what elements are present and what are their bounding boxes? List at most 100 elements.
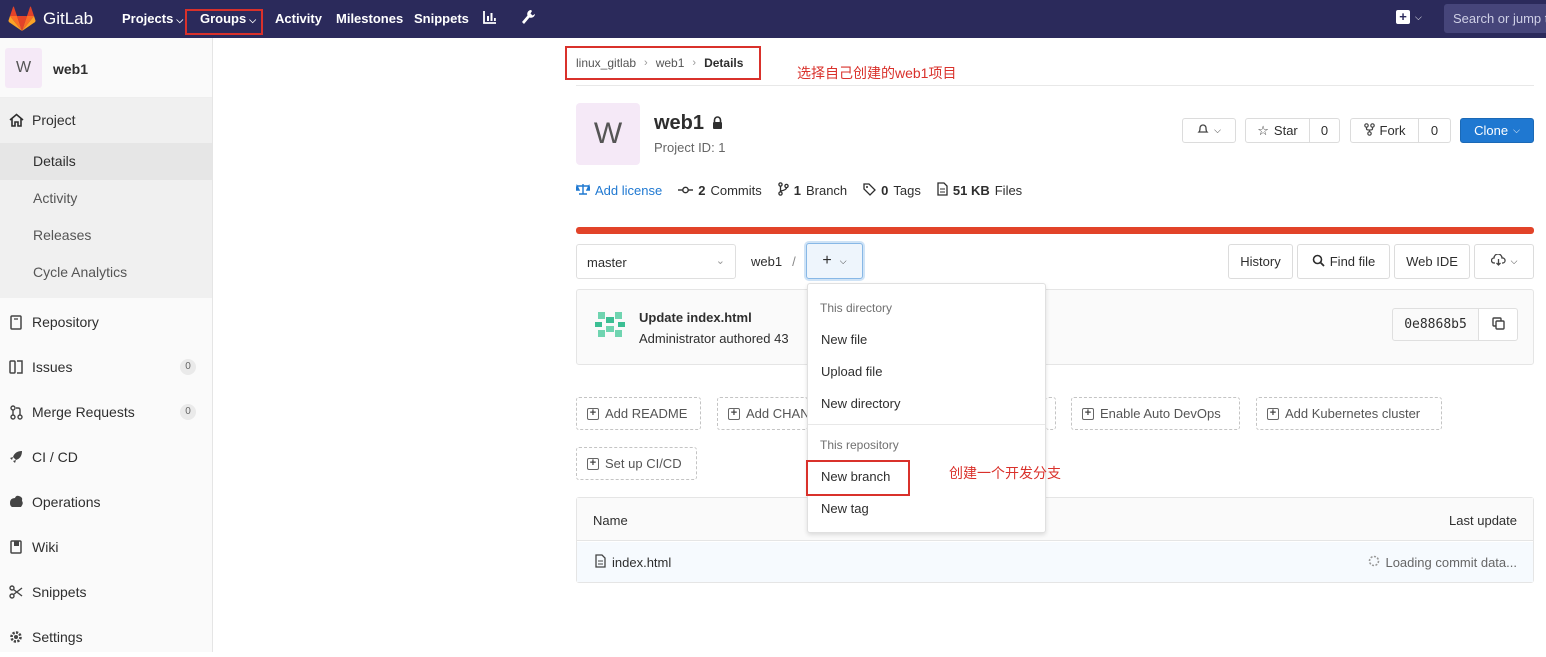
setup-ci-cd-button[interactable]: + Set up CI/CD <box>576 447 697 480</box>
chevron-down-icon: ⌵ <box>176 15 184 25</box>
nav-projects[interactable]: Projects ⌵ <box>122 11 183 26</box>
path-separator: / <box>792 254 796 269</box>
annotation-create-branch: 创建一个开发分支 <box>949 465 1061 481</box>
sidebar-subitem-releases[interactable]: Releases <box>0 217 212 254</box>
dropdown-header-repository: This repository <box>820 438 899 452</box>
branches-stat[interactable]: 1 Branch <box>777 182 847 199</box>
top-navbar: GitLab Projects ⌵ Groups ⌵ Activity Milest… <box>0 0 1546 38</box>
project-name: web1 <box>654 112 705 134</box>
project-stats: Add license 2 Commits 1 Branch 0 Tags 51… <box>575 182 1022 199</box>
sidebar-subitem-details[interactable]: Details <box>0 143 212 180</box>
dropdown-header-directory: This directory <box>820 301 893 315</box>
add-to-tree-button[interactable]: + ⌵ <box>806 243 863 279</box>
branch-count: 1 <box>793 183 801 198</box>
sidebar-project-group: Project Details Activity Releases Cycle … <box>0 98 212 298</box>
sidebar-item-operations[interactable]: Operations <box>0 482 212 522</box>
plus-square-icon: + <box>728 407 740 420</box>
path-root[interactable]: web1 <box>751 254 782 269</box>
history-button[interactable]: History <box>1228 244 1293 279</box>
tag-icon <box>863 182 877 199</box>
sidebar-item-ci-cd[interactable]: CI / CD <box>0 437 212 477</box>
star-button[interactable]: ☆ Star <box>1245 118 1310 143</box>
find-file-button[interactable]: Find file <box>1297 244 1390 279</box>
menu-item-upload-file[interactable]: Upload file <box>821 364 882 379</box>
issues-count-badge: 0 <box>180 359 196 375</box>
new-menu[interactable]: + ⌵ <box>1396 10 1422 24</box>
tanuki-icon <box>8 6 36 31</box>
sidebar-item-wiki[interactable]: Wiki <box>0 527 212 567</box>
last-commit: Update index.html Administrator authored… <box>576 289 1534 365</box>
sidebar-item-snippets[interactable]: Snippets <box>0 572 212 612</box>
sidebar-item-repository[interactable]: Repository <box>0 302 212 342</box>
commits-stat[interactable]: 2 Commits <box>678 183 762 198</box>
sidebar-item-settings[interactable]: Settings <box>0 617 212 657</box>
find-file-label: Find file <box>1329 254 1376 269</box>
star-icon: ☆ <box>1257 122 1269 138</box>
commit-author-line: Administrator authored 43 <box>639 331 789 346</box>
annotation-box-new-branch <box>806 460 910 496</box>
chart-icon[interactable] <box>482 9 498 28</box>
sidebar-item-issues[interactable]: Issues 0 <box>0 347 212 387</box>
plus-icon: + <box>822 252 832 269</box>
nav-snippets[interactable]: Snippets <box>414 11 469 26</box>
fork-button[interactable]: Fork <box>1350 118 1419 143</box>
wrench-icon[interactable] <box>520 9 536 30</box>
user-avatar[interactable] <box>593 307 627 341</box>
files-stat[interactable]: 51 KB Files <box>937 182 1022 199</box>
file-entry[interactable]: index.html <box>595 554 671 571</box>
column-header-name: Name <box>593 513 628 528</box>
rocket-icon <box>8 449 24 465</box>
fork-count[interactable]: 0 <box>1419 118 1451 143</box>
sidebar-project-name: web1 <box>53 61 89 77</box>
tags-stat[interactable]: 0 Tags <box>863 182 921 199</box>
enable-auto-devops-button[interactable]: + Enable Auto DevOps <box>1071 397 1240 430</box>
web-ide-button[interactable]: Web IDE <box>1394 244 1470 279</box>
menu-item-new-file[interactable]: New file <box>821 332 867 347</box>
sidebar-item-label: Wiki <box>32 539 59 555</box>
nav-milestones[interactable]: Milestones <box>336 11 403 26</box>
project-sidebar: W web1 Project Details Activity Releases… <box>0 38 213 652</box>
nav-projects-label: Projects <box>122 11 174 26</box>
menu-item-new-directory[interactable]: New directory <box>821 396 900 411</box>
copy-sha-button[interactable] <box>1478 308 1518 341</box>
project-avatar: W <box>5 48 42 88</box>
add-license-label: Add license <box>595 183 663 198</box>
gitlab-logo[interactable]: GitLab <box>8 6 93 32</box>
branch-select[interactable]: master ⌄ <box>576 244 736 279</box>
menu-item-new-tag[interactable]: New tag <box>821 501 869 516</box>
sidebar-item-merge-requests[interactable]: Merge Requests 0 <box>0 392 212 432</box>
commit-icon <box>678 183 694 198</box>
clone-button[interactable]: Clone ⌵ <box>1460 118 1534 143</box>
add-contributing-button[interactable] <box>1046 397 1056 430</box>
project-avatar-large: W <box>576 103 640 165</box>
table-row[interactable]: index.html Loading commit data... <box>577 542 1533 582</box>
file-icon <box>595 554 606 571</box>
chevron-down-icon: ⌵ <box>839 255 847 266</box>
sidebar-subitem-activity[interactable]: Activity <box>0 180 212 217</box>
add-license-link[interactable]: Add license <box>575 183 663 198</box>
commit-sha[interactable]: 0e8868b5 <box>1392 308 1479 341</box>
repository-icon <box>8 314 24 330</box>
notification-dropdown[interactable]: ⌵ <box>1182 118 1236 143</box>
annotation-box-groups <box>185 9 263 35</box>
star-count[interactable]: 0 <box>1310 118 1340 143</box>
sidebar-project-header[interactable]: W web1 <box>0 38 212 98</box>
spinner-icon <box>1368 555 1380 570</box>
sidebar-item-project[interactable]: Project <box>0 100 212 140</box>
dropdown-divider <box>808 424 1045 425</box>
gear-icon <box>8 629 24 645</box>
files-size: 51 KB <box>952 183 990 198</box>
bell-icon <box>1197 123 1209 138</box>
search-input[interactable]: Search or jump to... <box>1444 4 1546 33</box>
setup-ci-cd-label: Set up CI/CD <box>605 456 682 471</box>
sidebar-subitem-cycle-analytics[interactable]: Cycle Analytics <box>0 254 212 291</box>
sidebar-item-label: Snippets <box>32 584 87 600</box>
add-readme-button[interactable]: + Add README <box>576 397 701 430</box>
add-kubernetes-cluster-button[interactable]: + Add Kubernetes cluster <box>1256 397 1442 430</box>
commit-title[interactable]: Update index.html <box>639 310 752 325</box>
download-dropdown[interactable]: ⌵ <box>1474 244 1534 279</box>
add-changelog-button[interactable]: + Add CHAN <box>717 397 808 430</box>
sidebar-item-label: Issues <box>32 359 73 375</box>
repo-path: web1 / <box>751 254 796 269</box>
nav-activity[interactable]: Activity <box>275 11 322 26</box>
